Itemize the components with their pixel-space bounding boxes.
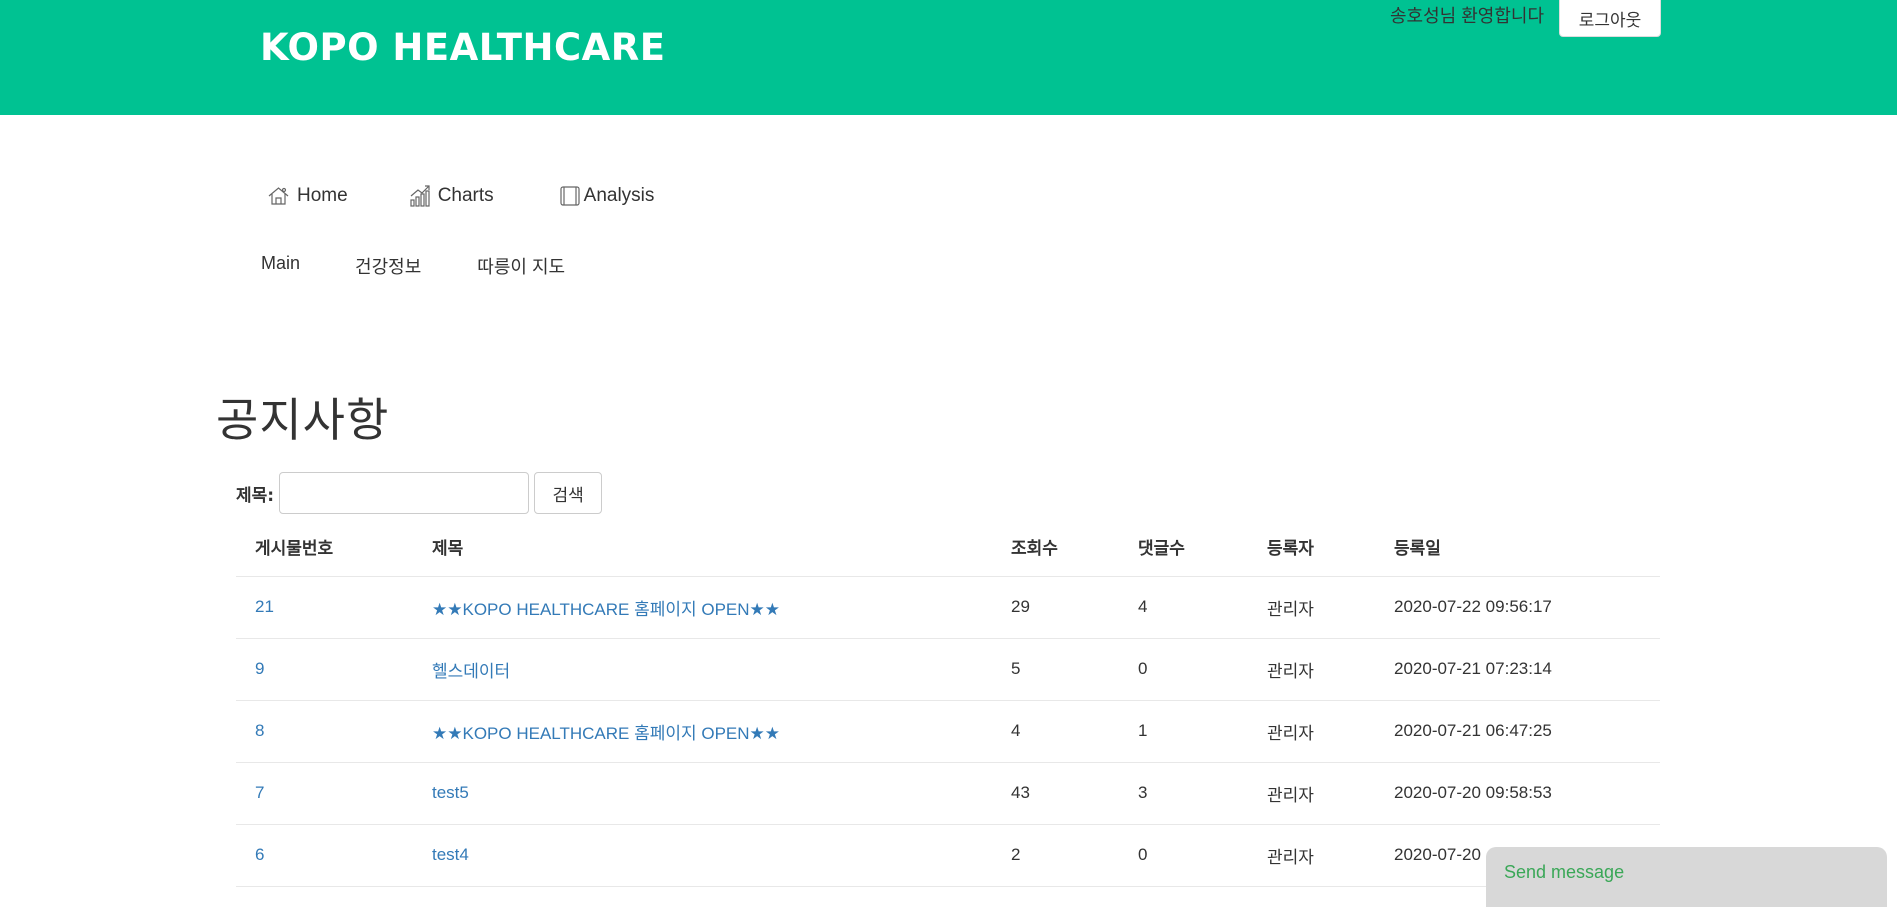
table-row: 7 test5 43 3 관리자 2020-07-20 09:58:53 (236, 762, 1660, 825)
post-writer: 관리자 (1248, 762, 1375, 825)
secondary-nav: Main 건강정보 따릉이 지도 (261, 253, 620, 279)
home-icon (266, 184, 297, 208)
nav-item-health-info[interactable]: 건강정보 (355, 253, 421, 279)
post-number-link[interactable]: 6 (236, 824, 413, 887)
search-input[interactable] (279, 472, 530, 514)
post-number-link[interactable]: 21 (236, 576, 413, 639)
send-message-widget[interactable]: Send message (1486, 847, 1887, 907)
table-row: 6 test4 2 0 관리자 2020-07-20 (236, 824, 1660, 887)
post-writer: 관리자 (1248, 576, 1375, 639)
column-header-title: 제목 (413, 518, 992, 577)
post-writer: 관리자 (1248, 638, 1375, 701)
post-title-link[interactable]: test5 (413, 762, 992, 825)
nav-item-bike-map[interactable]: 따릉이 지도 (477, 253, 565, 279)
chart-icon (408, 184, 438, 208)
search-form: 제목: 검색 (236, 472, 603, 514)
post-title-link[interactable]: 헬스데이터 (413, 638, 992, 701)
post-comments: 0 (1119, 638, 1248, 701)
nav-item-analysis[interactable]: Analysis (558, 184, 655, 208)
table-row: 21 ★★KOPO HEALTHCARE 홈페이지 OPEN★★ 29 4 관리… (236, 576, 1660, 639)
nav-item-main[interactable]: Main (261, 253, 300, 279)
notice-table: 게시물번호 제목 조회수 댓글수 등록자 등록일 21 ★★KOPO HEALT… (236, 518, 1660, 887)
top-header: KOPO HEALTHCARE 송호성님 환영합니다 로그아웃 (0, 0, 1897, 115)
post-comments: 1 (1119, 700, 1248, 763)
column-header-date: 등록일 (1375, 518, 1660, 577)
post-title-link[interactable]: ★★KOPO HEALTHCARE 홈페이지 OPEN★★ (413, 576, 992, 639)
logout-button[interactable]: 로그아웃 (1559, 0, 1661, 37)
post-comments: 0 (1119, 824, 1248, 887)
column-header-number: 게시물번호 (236, 518, 413, 577)
nav-item-label: Analysis (583, 185, 655, 206)
brand-logo[interactable]: KOPO HEALTHCARE (260, 26, 666, 69)
post-comments: 3 (1119, 762, 1248, 825)
post-writer: 관리자 (1248, 824, 1375, 887)
column-header-comments: 댓글수 (1119, 518, 1248, 577)
page-title: 공지사항 (216, 393, 390, 447)
nav-item-label: Charts (437, 185, 494, 206)
post-title-link[interactable]: test4 (413, 824, 992, 887)
post-date: 2020-07-21 06:47:25 (1375, 700, 1660, 763)
column-header-views: 조회수 (992, 518, 1119, 577)
post-number-link[interactable]: 7 (236, 762, 413, 825)
post-views: 5 (992, 638, 1119, 701)
post-number-link[interactable]: 9 (236, 638, 413, 701)
search-label: 제목: (236, 485, 275, 506)
nav-item-home[interactable]: Home (266, 184, 348, 208)
post-writer: 관리자 (1248, 700, 1375, 763)
search-button[interactable]: 검색 (534, 472, 603, 514)
post-date: 2020-07-22 09:56:17 (1375, 576, 1660, 639)
welcome-text: 송호성님 환영합니다 (1390, 6, 1545, 26)
post-number-link[interactable]: 8 (236, 700, 413, 763)
post-views: 43 (992, 762, 1119, 825)
post-title-link[interactable]: ★★KOPO HEALTHCARE 홈페이지 OPEN★★ (413, 700, 992, 763)
primary-nav: Home Charts Analysis (266, 184, 714, 208)
post-date: 2020-07-21 07:23:14 (1375, 638, 1660, 701)
post-views: 4 (992, 700, 1119, 763)
column-header-writer: 등록자 (1248, 518, 1375, 577)
table-header-row: 게시물번호 제목 조회수 댓글수 등록자 등록일 (236, 518, 1660, 577)
nav-item-charts[interactable]: Charts (408, 184, 494, 208)
table-row: 9 헬스데이터 5 0 관리자 2020-07-21 07:23:14 (236, 638, 1660, 701)
post-comments: 4 (1119, 576, 1248, 639)
post-views: 29 (992, 576, 1119, 639)
table-row: 8 ★★KOPO HEALTHCARE 홈페이지 OPEN★★ 4 1 관리자 … (236, 700, 1660, 763)
post-date: 2020-07-20 09:58:53 (1375, 762, 1660, 825)
post-views: 2 (992, 824, 1119, 887)
nav-item-label: Home (297, 185, 348, 206)
